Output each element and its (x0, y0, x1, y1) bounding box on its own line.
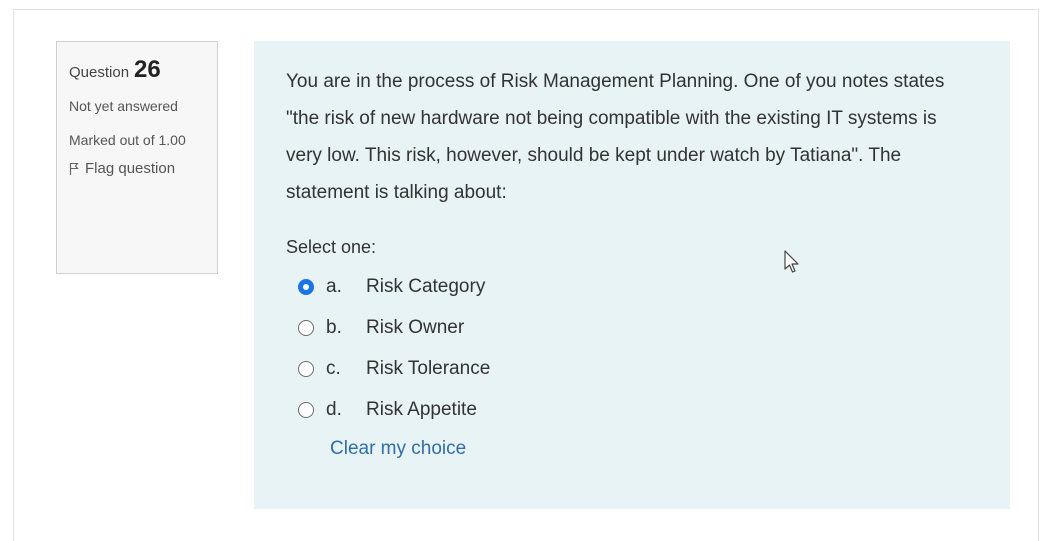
question-info-panel: Question 26 Not yet answered Marked out … (56, 41, 218, 274)
flag-question-button[interactable]: Flag question (69, 160, 205, 177)
answer-letter: d. (326, 398, 342, 420)
answer-radio-d[interactable] (298, 401, 314, 418)
answer-radio-a[interactable] (298, 278, 314, 295)
question-content: You are in the process of Risk Managemen… (254, 41, 1010, 509)
answer-option-d[interactable]: d. Risk Appetite (298, 389, 978, 430)
answer-label: Risk Tolerance (366, 357, 491, 379)
answer-option-b[interactable]: b. Risk Owner (298, 307, 978, 348)
answer-letter: c. (326, 357, 341, 379)
flag-icon (69, 162, 79, 176)
answer-letter: a. (326, 275, 342, 297)
answer-label: Risk Category (366, 275, 486, 297)
answer-list: a. Risk Category b. Risk Owner c. Risk T… (298, 266, 978, 430)
answer-radio-c[interactable] (298, 360, 314, 377)
answer-radio-b[interactable] (298, 319, 314, 336)
question-grade: Marked out of 1.00 (69, 132, 186, 148)
question-text: You are in the process of Risk Managemen… (286, 71, 945, 203)
question-state: Not yet answered (69, 98, 178, 114)
question-label: Question (69, 64, 130, 81)
question-number: 26 (134, 56, 161, 83)
flag-question-label: Flag question (85, 160, 176, 177)
answer-letter: b. (326, 316, 342, 338)
question-number-row: Question 26 (69, 56, 205, 84)
answer-label: Risk Appetite (366, 398, 477, 420)
mouse-pointer-icon (784, 250, 800, 279)
clear-choice-link[interactable]: Clear my choice (330, 438, 978, 460)
answer-prompt: Select one: (286, 237, 377, 257)
answer-label: Risk Owner (366, 316, 465, 338)
answer-option-c[interactable]: c. Risk Tolerance (298, 348, 978, 389)
answer-option-a[interactable]: a. Risk Category (298, 266, 978, 307)
quiz-page: Question 26 Not yet answered Marked out … (0, 0, 1057, 541)
